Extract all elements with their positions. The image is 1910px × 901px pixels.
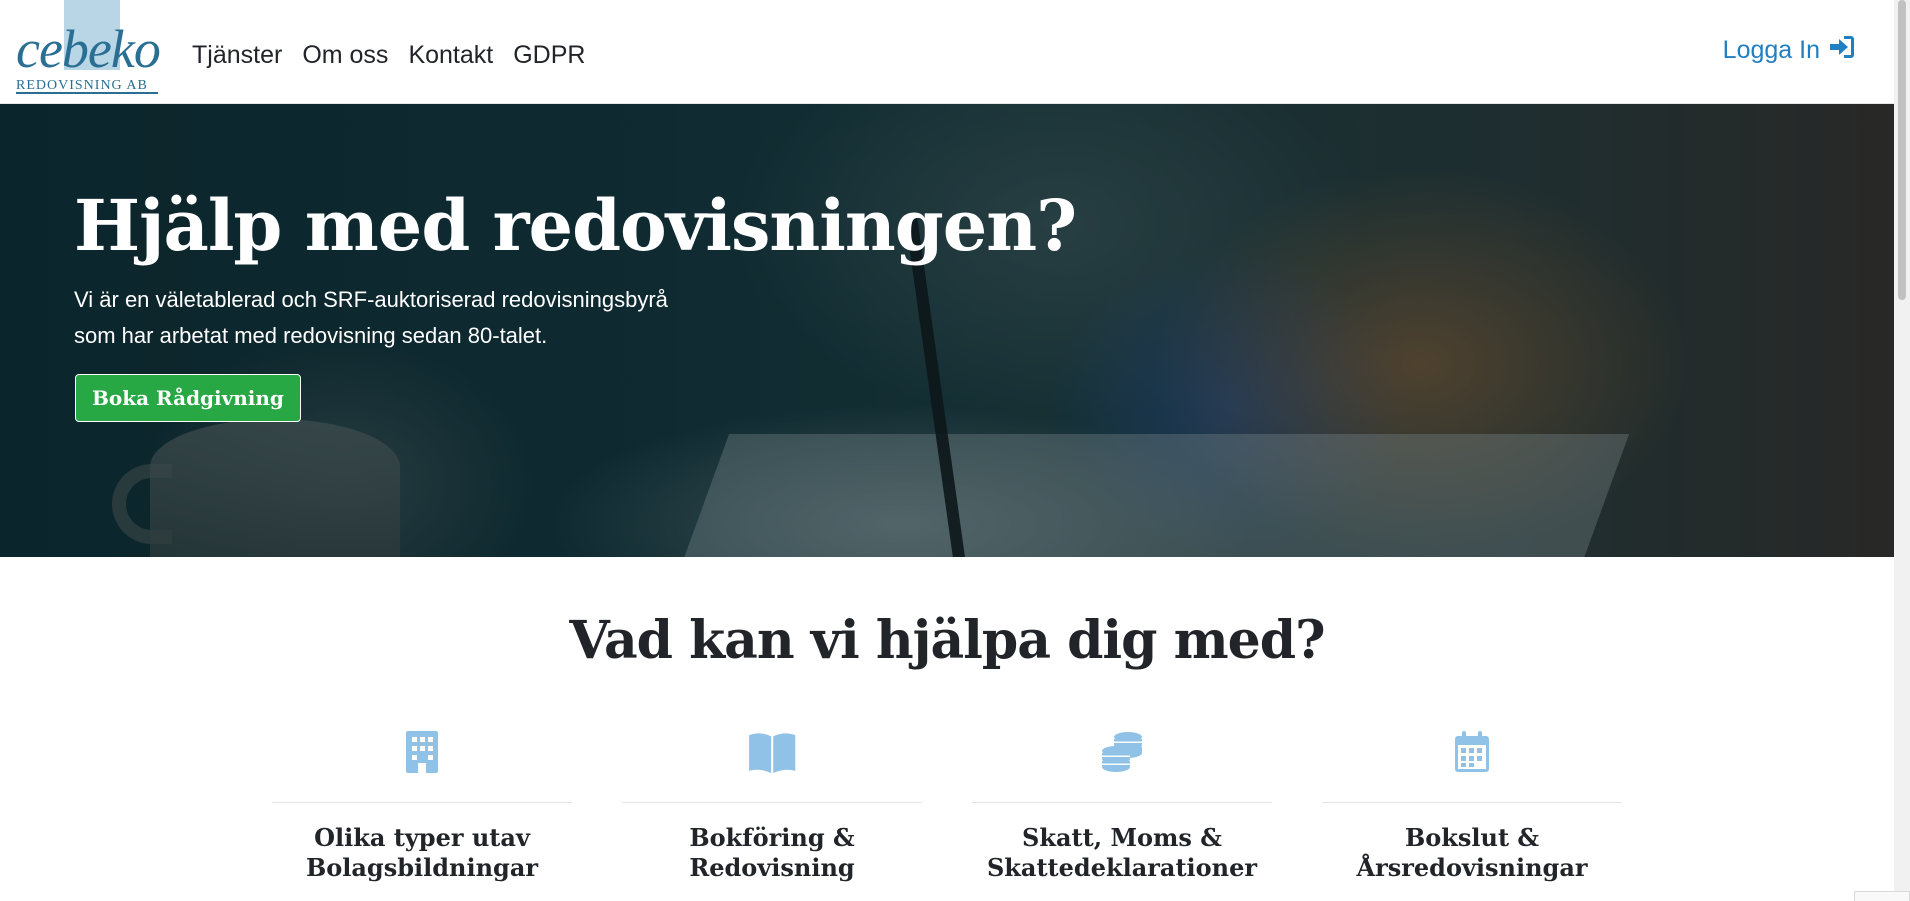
coins-icon: [972, 728, 1272, 776]
service-divider: [972, 802, 1272, 803]
logo-wordmark: cebeko: [16, 19, 161, 79]
services-heading: Vad kan vi hjälpa dig med?: [569, 610, 1325, 671]
service-divider: [272, 802, 572, 803]
service-title-line-2: Årsredovisningar: [1356, 853, 1588, 882]
calendar-icon: [1322, 728, 1622, 776]
service-card-skatt-moms[interactable]: Skatt, Moms & Skattedeklarationer: [972, 728, 1272, 883]
navbar: cebeko REDOVISNING AB Tjänster Om oss Ko…: [0, 0, 1894, 104]
main-nav: Tjänster Om oss Kontakt GDPR: [192, 40, 595, 70]
login-link[interactable]: Logga In: [1723, 34, 1856, 67]
hero-title: Hjälp med redovisningen?: [74, 184, 1077, 267]
logo[interactable]: cebeko REDOVISNING AB: [14, 0, 161, 96]
service-title-line-1: Olika typer utav: [314, 823, 530, 852]
service-divider: [1322, 802, 1622, 803]
building-icon: [272, 728, 572, 776]
service-title: Bokslut & Årsredovisningar: [1322, 823, 1622, 883]
service-title-line-2: Redovisning: [689, 853, 855, 882]
service-card-bolagsbildningar[interactable]: Olika typer utav Bolagsbildningar: [272, 728, 572, 883]
book-consultation-button[interactable]: Boka Rådgivning: [75, 374, 301, 422]
hero-description-line-1: Vi är en väletablerad och SRF-auktoriser…: [74, 287, 668, 312]
book-open-icon: [622, 728, 922, 776]
service-title: Bokföring & Redovisning: [622, 823, 922, 883]
service-title-line-2: Skattedeklarationer: [986, 853, 1258, 882]
nav-link-kontakt[interactable]: Kontakt: [398, 40, 503, 70]
logo-underline: [16, 92, 158, 94]
service-divider: [622, 802, 922, 803]
nav-link-gdpr[interactable]: GDPR: [503, 40, 595, 70]
service-title-line-1: Bokslut &: [1404, 823, 1540, 852]
page-scrollbar[interactable]: [1894, 0, 1910, 901]
hero-description-line-2: som har arbetat med redovisning sedan 80…: [74, 323, 548, 348]
service-title-line-2: Bolagsbildningar: [305, 853, 539, 882]
service-card-bokforing[interactable]: Bokföring & Redovisning: [622, 728, 922, 883]
service-title: Olika typer utav Bolagsbildningar: [272, 823, 572, 883]
login-label: Logga In: [1722, 36, 1820, 64]
service-title: Skatt, Moms & Skattedeklarationer: [972, 823, 1272, 883]
scrollbar-thumb[interactable]: [1898, 0, 1906, 300]
nav-link-tjanster[interactable]: Tjänster: [192, 40, 292, 70]
nav-link-om-oss[interactable]: Om oss: [292, 40, 398, 70]
service-title-line-1: Skatt, Moms &: [1022, 823, 1222, 852]
service-card-bokslut[interactable]: Bokslut & Årsredovisningar: [1322, 728, 1622, 883]
hero-description: Vi är en väletablerad och SRF-auktoriser…: [74, 282, 794, 354]
services-list: Olika typer utav Bolagsbildningar Bokför…: [272, 728, 1622, 883]
sign-in-icon: [1828, 34, 1856, 67]
corner-widget: [1854, 891, 1910, 901]
hero-banner: Hjälp med redovisningen? Vi är en väleta…: [0, 104, 1894, 557]
service-title-line-1: Bokföring &: [689, 823, 855, 852]
